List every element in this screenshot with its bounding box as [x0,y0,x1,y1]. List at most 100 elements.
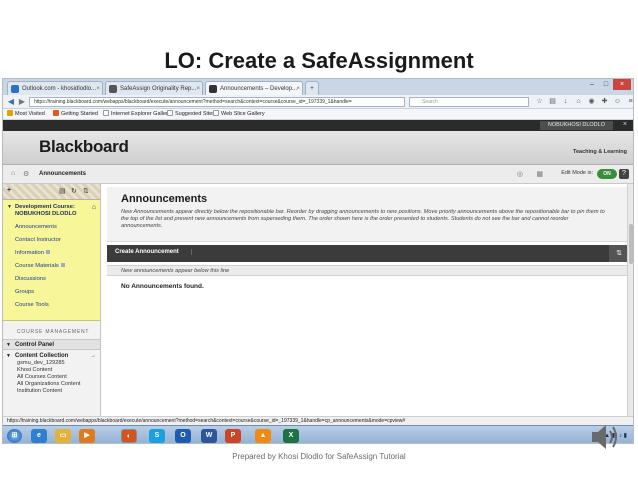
hidden-indicator-icon [60,263,65,267]
content-collection-item[interactable]: gsmu_dev_129285 [3,360,100,367]
close-icon[interactable]: × [296,82,300,95]
tab-announcements[interactable]: Announcements – Develop... × [205,81,303,95]
ie-icon[interactable]: e [31,429,47,443]
powerpoint-icon[interactable]: P [225,429,241,443]
page-scrollbar[interactable] [627,184,633,416]
reposition-bar[interactable]: New announcements appear below this line [107,265,629,276]
sidebar-item-course-tools[interactable]: Course Tools [15,302,96,309]
bookmark-getting-started[interactable]: Getting Started [53,109,98,120]
minimize-icon[interactable]: – [585,79,599,90]
new-tab-button[interactable]: + [305,81,319,95]
page-description: New Announcements appear directly below … [121,209,605,229]
bb-top-bar: NOBUKHOSI DLODLO × [3,120,633,131]
add-menu-item-icon[interactable]: + [7,187,11,194]
tab-safeassign[interactable]: SafeAssign Originality Rep... × [105,81,203,95]
sort-icon[interactable]: ⇅ [83,187,89,195]
course-management-label: COURSE MANAGEMENT [17,329,90,335]
start-icon[interactable]: ⊞ [7,429,22,443]
breadcrumb-current: Announcements [39,171,87,177]
menu-icon[interactable]: ≡ [626,97,633,107]
bookmark-suggested-sites[interactable]: Suggested Sites [167,109,215,120]
gear-icon[interactable]: ⚙ [23,170,29,178]
logout-icon[interactable]: × [623,121,627,128]
course-title[interactable]: Development Course: NOBUKHOSI DLODLO [7,204,96,218]
addon-icon[interactable]: ✚ [600,97,609,107]
sync-icon[interactable]: ☺ [613,97,622,107]
bookmark-most-visited[interactable]: Most Visited [7,109,45,120]
tab-outlook[interactable]: Outlook.com - khosidlodlo... × [7,81,103,95]
page-icon [213,110,219,116]
search-input[interactable]: Search [409,97,529,107]
scrollbar-thumb[interactable] [629,224,633,264]
content-collection-item[interactable]: Khosi Content [3,367,100,374]
pocket-icon[interactable]: ◉ [587,97,596,107]
sidebar-item-announcements[interactable]: Announcements [15,224,96,231]
create-announcement-button[interactable]: Create Announcement [115,249,192,255]
url-input[interactable]: https://training.blackboard.com/webapps/… [29,97,405,107]
firefox-icon [53,110,59,116]
user-menu-button[interactable]: NOBUKHOSI DLODLO [539,121,613,130]
home-icon[interactable]: ⌂ [574,97,583,107]
slide-title: LO: Create a SafeAssignment [164,48,474,73]
close-icon[interactable]: × [96,82,100,95]
bookmark-web-slice[interactable]: Web Slice Gallery [213,109,265,120]
outlook-icon [11,85,19,93]
page-icon[interactable]: ▦ [536,170,543,178]
empty-message: No Announcements found. [121,283,204,290]
hidden-indicator-icon [46,250,50,254]
sidebar-item-course-materials[interactable]: Course Materials [15,263,96,270]
sidebar-item-contact-instructor[interactable]: Contact Instructor [15,237,96,244]
excel-icon[interactable]: X [283,429,299,443]
sidebar-item-groups[interactable]: Groups [15,289,96,296]
page-title: Announcements [121,193,208,205]
sidebar-item-discussions[interactable]: Discussions [15,276,96,283]
arrow-right-icon[interactable]: → [90,352,96,360]
sidebar-item-information[interactable]: Information [15,250,96,257]
control-panel-header[interactable]: Control Panel [3,339,100,350]
tab-label: SafeAssign Originality Rep... [120,86,197,92]
main-content: Announcements New Announcements appear d… [107,187,629,417]
slide: LO: Create a SafeAssignment Outlook.com … [0,0,638,479]
edit-mode-toggle[interactable]: ON [597,169,617,179]
safeassign-icon [109,85,117,93]
folder-view-icon[interactable]: ▤ [59,187,66,195]
window-close-icon[interactable]: × [613,79,631,90]
help-button[interactable]: ? [619,169,629,179]
status-bar: https://training.blackboard.com/webapps/… [3,416,633,425]
maximize-icon[interactable]: □ [599,79,613,90]
content-collection-header[interactable]: Content Collection→ [3,352,100,360]
vlc-icon[interactable]: ▲ [255,429,271,443]
download-icon[interactable]: ↓ [561,97,570,107]
sort-icon[interactable]: ⇅ [609,245,629,262]
browser-toolbar: ☆ ▤ ↓ ⌂ ◉ ✚ ☺ ≡ [535,97,633,107]
home-icon[interactable]: ⌂ [11,170,15,177]
page-icon [167,110,173,116]
view-icon[interactable]: ◎ [517,170,523,178]
firefox-icon[interactable]: ◐ [121,429,137,443]
outlook-icon[interactable]: O [175,429,191,443]
close-icon[interactable]: × [196,82,200,95]
speaker-icon[interactable] [588,420,624,454]
forward-icon[interactable]: ▶ [17,97,27,107]
back-icon[interactable]: ◀ [6,97,16,107]
content-collection-item[interactable]: All Organizations Content [3,381,100,388]
skype-icon[interactable]: S [149,429,165,443]
tab-teaching-learning[interactable]: Teaching & Learning [573,149,627,155]
tab-label: Outlook.com - khosidlodlo... [22,86,97,92]
content-collection-item[interactable]: Institution Content [3,388,100,395]
edit-mode-label: Edit Mode is: [561,170,593,176]
refresh-icon[interactable]: ↻ [71,187,77,195]
explorer-icon[interactable]: ▭ [55,429,71,443]
star-icon[interactable]: ☆ [535,97,544,107]
reading-list-icon[interactable]: ▤ [548,97,557,107]
home-icon[interactable]: ⌂ [92,204,96,211]
bookmark-ie-gallery[interactable]: Internet Explorer Gallery [103,109,171,120]
tab-bar: Outlook.com - khosidlodlo... × SafeAssig… [3,79,633,95]
blackboard-logo: Blackboard [39,137,129,156]
word-icon[interactable]: W [201,429,217,443]
breadcrumb: ⌂ ⚙ Announcements ◎ ▦ Edit Mode is: ON ? [3,165,633,184]
content-collection-item[interactable]: All Courses Content [3,374,100,381]
media-icon[interactable]: ▶ [79,429,95,443]
bb-header: Blackboard Teaching & Learning [3,131,633,165]
course-menu: Development Course: NOBUKHOSI DLODLO ⌂ A… [3,200,100,321]
